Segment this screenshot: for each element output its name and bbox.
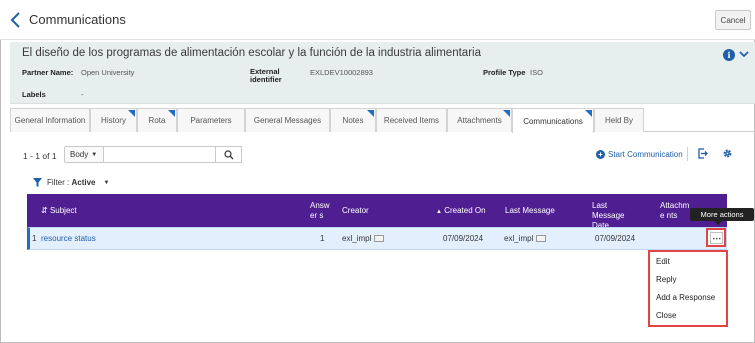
more-actions-button[interactable]: ⋯: [710, 232, 723, 244]
tab-label: General Messages: [253, 116, 322, 125]
tab-label: Parameters: [190, 116, 232, 125]
tab-communications[interactable]: Communications: [512, 108, 594, 133]
tooltip-arrow: [714, 221, 722, 225]
filter-label-text: Filter :: [47, 178, 70, 187]
partner-name-value: Open University: [81, 68, 135, 77]
user-card-icon[interactable]: [374, 235, 385, 243]
user-card-icon[interactable]: [536, 235, 547, 243]
plus-circle-icon: +: [596, 150, 605, 159]
tab-history[interactable]: History: [90, 108, 137, 132]
more-actions-highlight: ⋯: [706, 228, 726, 247]
filter-label: Filter : Active: [47, 178, 95, 187]
profile-type-value: ISO: [530, 68, 543, 77]
labels-label: Labels: [22, 90, 46, 99]
column-last-message[interactable]: Last Message: [505, 206, 555, 216]
tab-label: Held By: [604, 116, 633, 125]
tab-rota[interactable]: Rota: [137, 108, 177, 132]
start-communication-label: Start Communication: [608, 150, 683, 159]
gear-icon[interactable]: [722, 148, 733, 159]
tab-general-information[interactable]: General Information: [10, 108, 90, 132]
tab-marker-icon: [585, 110, 592, 117]
page-title: Communications: [29, 12, 126, 27]
filter-value: Active: [71, 178, 96, 187]
sort-icon: ⇵: [41, 206, 48, 215]
menu-item-reply[interactable]: Reply: [656, 275, 676, 284]
partner-name-label: Partner Name:: [22, 68, 74, 77]
column-subject[interactable]: ⇵ Subject: [41, 206, 77, 216]
info-icon[interactable]: i: [723, 49, 735, 61]
filter-icon: [33, 178, 42, 187]
search-button[interactable]: [216, 146, 242, 163]
row-last-message-date: 07/09/2024: [595, 234, 636, 243]
sort-ascending-icon: ▲: [436, 209, 442, 215]
external-identifier-value: EXLDEV10002893: [310, 68, 373, 77]
tab-marker-icon: [168, 110, 175, 117]
row-subject-link[interactable]: resource status: [41, 234, 96, 243]
tab-received-items[interactable]: Received Items: [376, 108, 447, 132]
table-header: ⇵ Subject Answer s Creator ▲ Created On …: [27, 194, 727, 230]
search-input[interactable]: [104, 146, 216, 163]
start-communication-button[interactable]: + Start Communication: [596, 150, 683, 159]
caret-down-icon: ▼: [103, 179, 110, 186]
more-actions-tooltip: More actions: [690, 208, 754, 221]
column-created-on-label: Created On: [444, 206, 486, 215]
menu-item-edit[interactable]: Edit: [656, 257, 670, 266]
record-title: El diseño de los programas de alimentaci…: [22, 47, 481, 59]
menu-item-add-response[interactable]: Add a Response: [656, 293, 715, 302]
external-identifier-label: External identifier: [250, 67, 282, 84]
cancel-button[interactable]: Cancel: [715, 10, 751, 30]
tab-held-by[interactable]: Held By: [594, 108, 644, 132]
chevron-down-icon[interactable]: [739, 49, 749, 59]
tab-label: Rota: [148, 116, 166, 125]
chevron-left-icon[interactable]: [9, 11, 23, 29]
column-created-on[interactable]: ▲ Created On: [436, 206, 486, 217]
tab-marker-icon: [503, 110, 510, 117]
labels-value: -: [81, 90, 84, 99]
tab-bar: General Information History Rota Paramet…: [10, 108, 755, 133]
profile-type-label: Profile Type: [483, 68, 526, 77]
export-icon[interactable]: [697, 148, 708, 159]
search-scope-select[interactable]: Body ▼: [64, 146, 104, 163]
row-index: 1: [32, 234, 37, 243]
tab-notes[interactable]: Notes: [330, 108, 376, 132]
tab-label: Communications: [523, 116, 583, 126]
ellipsis-icon: ⋯: [712, 232, 721, 243]
record-summary: El diseño de los programas de alimentaci…: [10, 42, 755, 104]
pagination-count: 1 - 1 of 1: [23, 151, 57, 161]
row-last-message: exl_impl: [504, 234, 547, 243]
caret-down-icon: ▼: [91, 151, 98, 158]
tab-label: Attachments: [457, 116, 502, 125]
toolbar-divider: [687, 147, 688, 161]
menu-item-close[interactable]: Close: [656, 311, 676, 320]
top-bar: Communications Cancel: [0, 0, 755, 40]
row-creator-name: exl_impl: [342, 234, 372, 243]
column-creator[interactable]: Creator: [342, 206, 369, 216]
tab-label: General Information: [14, 116, 86, 125]
tab-parameters[interactable]: Parameters: [177, 108, 245, 132]
search-scope-value: Body: [70, 150, 89, 159]
tab-marker-icon: [367, 110, 374, 117]
column-attachments[interactable]: Attachme nts: [660, 201, 690, 221]
row-actions-menu: Edit Reply Add a Response Close: [648, 250, 728, 327]
tab-general-messages[interactable]: General Messages: [245, 108, 330, 132]
tab-attachments[interactable]: Attachments: [447, 108, 512, 132]
row-answers: 1: [320, 234, 325, 243]
tab-label: History: [101, 116, 126, 125]
filter-control[interactable]: Filter : Active ▼: [33, 178, 109, 187]
row-last-message-name: exl_impl: [504, 234, 534, 243]
tab-label: Notes: [342, 116, 364, 125]
table-row[interactable]: 1 resource status 1 exl_impl 07/09/2024 …: [27, 227, 727, 250]
row-created-on: 07/09/2024: [443, 234, 484, 243]
column-answers[interactable]: Answer s: [310, 201, 330, 221]
search-icon: [223, 149, 233, 159]
tab-marker-icon: [128, 110, 135, 117]
tab-label: Received Items: [383, 116, 440, 125]
column-subject-label: Subject: [49, 206, 77, 215]
row-creator: exl_impl: [342, 234, 385, 243]
